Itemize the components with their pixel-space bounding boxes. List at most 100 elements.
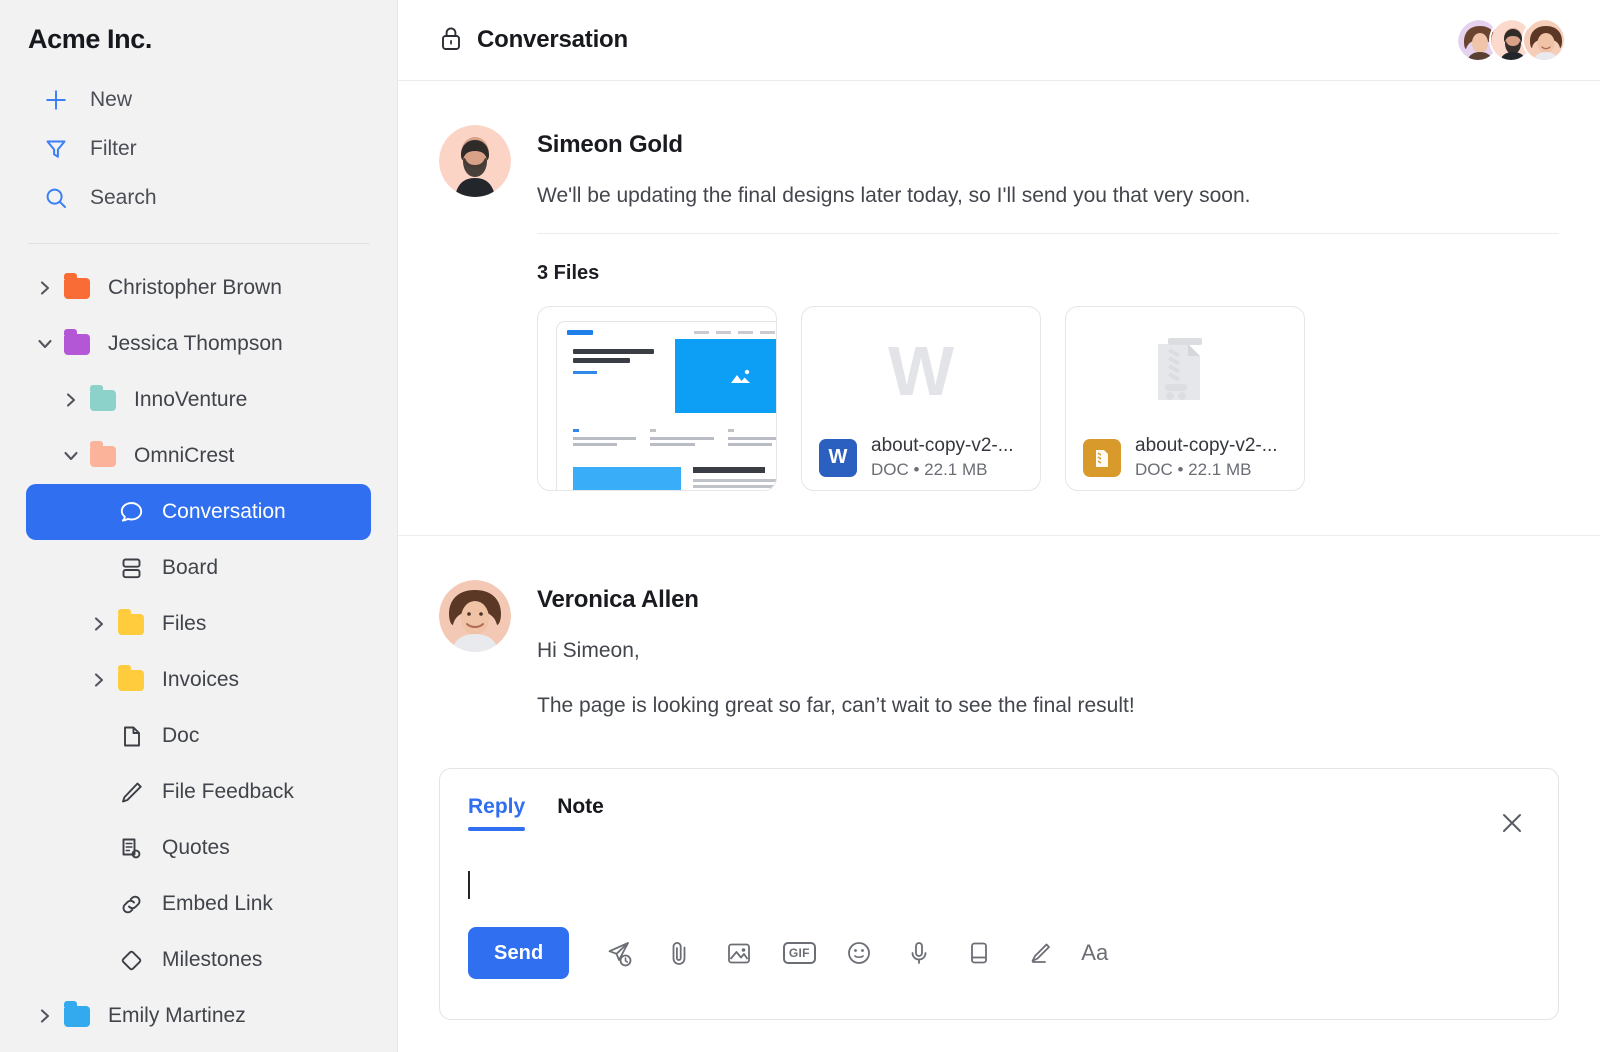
sidebar-item-milestones[interactable]: Milestones — [26, 932, 371, 988]
member-avatars[interactable] — [1456, 18, 1566, 62]
composer-tab-reply[interactable]: Reply — [468, 795, 526, 832]
composer-tool-icons: GIF Aa — [601, 935, 1108, 971]
file-card-doc[interactable]: W W about-copy-v2-... DOC • 22.1 MB — [801, 306, 1041, 492]
sidebar-item-label: Conversation — [162, 500, 286, 523]
sidebar: Acme Inc. New Filter Search Christopher Br… — [0, 0, 398, 1052]
emoji-icon[interactable] — [841, 935, 877, 971]
word-badge-icon: W — [819, 438, 857, 477]
mockup-nav — [557, 322, 776, 339]
send-button[interactable]: Send — [468, 927, 570, 980]
quick-action-label: Filter — [90, 136, 137, 160]
folder-icon — [88, 440, 118, 467]
quick-action-label: New — [90, 87, 133, 111]
sidebar-item-label: Invoices — [162, 668, 240, 691]
filter-icon — [44, 137, 68, 161]
page-title: Conversation — [439, 25, 628, 56]
composer-wrapper: Reply Note Send GIF Aa — [398, 721, 1600, 1021]
quick-action-search[interactable]: Search — [0, 173, 397, 222]
close-icon[interactable] — [1498, 809, 1526, 837]
chevron-right-icon[interactable] — [28, 1006, 62, 1026]
avatar[interactable] — [1522, 18, 1566, 62]
chevron-right-icon[interactable] — [54, 390, 88, 410]
file-card-meta: about-copy-v2-... DOC • 22.1 MB — [1135, 435, 1278, 480]
file-meta: DOC • 22.1 MB — [871, 460, 988, 480]
message-item: Veronica Allen Hi Simeon, The page is lo… — [398, 536, 1600, 721]
sidebar-item-innoventure[interactable]: InnoVenture — [26, 372, 371, 428]
message-body: Veronica Allen Hi Simeon, The page is lo… — [537, 580, 1559, 721]
sidebar-divider — [28, 243, 369, 244]
folder-icon — [116, 608, 146, 635]
image-icon[interactable] — [721, 935, 757, 971]
document-icon — [116, 723, 146, 750]
quick-actions: New Filter Search — [0, 75, 397, 222]
signature-icon[interactable] — [1021, 935, 1057, 971]
sidebar-item-label: File Feedback — [162, 780, 294, 803]
folder-icon — [88, 384, 118, 411]
file-card-archive[interactable]: about-copy-v2-... DOC • 22.1 MB — [1065, 306, 1305, 492]
message-header: Veronica Allen Hi Simeon, The page is lo… — [439, 580, 1559, 721]
sidebar-item-omnicrest[interactable]: OmniCrest — [26, 428, 371, 484]
chevron-down-icon[interactable] — [28, 334, 62, 354]
composer-tab-note[interactable]: Note — [557, 795, 604, 831]
chevron-right-icon[interactable] — [82, 670, 116, 690]
quick-action-filter[interactable]: Filter — [0, 124, 397, 173]
message-author: Simeon Gold — [537, 131, 683, 158]
mockup-lower-section — [557, 449, 776, 491]
mockup-lower-image — [573, 467, 681, 491]
sidebar-item-label: Quotes — [162, 836, 230, 859]
message-author: Veronica Allen — [537, 586, 699, 614]
file-card-meta: about-copy-v2-... DOC • 22.1 MB — [871, 435, 1014, 480]
sidebar-item-label: Doc — [162, 724, 200, 747]
sidebar-item-label: Board — [162, 556, 219, 579]
message-paragraph: We'll be updating the final designs late… — [537, 184, 1251, 207]
plus-icon — [44, 88, 68, 112]
file-name: about-copy-v2-... — [871, 435, 1014, 457]
mockup-hero-text — [557, 339, 675, 413]
sidebar-item-file-feedback[interactable]: File Feedback — [26, 764, 371, 820]
quick-action-label: Search — [90, 185, 157, 209]
reply-input[interactable] — [468, 865, 1530, 905]
schedule-send-icon[interactable] — [601, 935, 637, 971]
message-item: Simeon Gold We'll be updating the final … — [398, 81, 1600, 537]
file-card-footer: W about-copy-v2-... DOC • 22.1 MB — [802, 435, 1040, 480]
composer-tabs: Reply Note — [468, 795, 1530, 832]
sidebar-item-board[interactable]: Board — [26, 540, 371, 596]
zip-archive-icon — [1066, 307, 1304, 435]
file-card-preview[interactable] — [537, 306, 777, 492]
sidebar-item-quotes[interactable]: Quotes — [26, 820, 371, 876]
paperclip-icon[interactable] — [661, 935, 697, 971]
sidebar-item-label: Embed Link — [162, 892, 273, 915]
avatar — [439, 125, 511, 197]
microphone-icon[interactable] — [901, 935, 937, 971]
mockup-lower-text — [692, 467, 776, 490]
sidebar-item-label: InnoVenture — [134, 388, 248, 411]
message-body: Simeon Gold We'll be updating the final … — [537, 125, 1559, 492]
chat-bubble-icon — [116, 499, 146, 526]
page-title-text: Conversation — [477, 26, 628, 53]
sidebar-item-conversation[interactable]: Conversation — [26, 484, 371, 540]
chevron-down-icon[interactable] — [54, 446, 88, 466]
sidebar-item-label: Files — [162, 612, 207, 635]
chevron-right-icon[interactable] — [28, 278, 62, 298]
sidebar-item-files[interactable]: Files — [26, 596, 371, 652]
sidebar-item-jessica-thompson[interactable]: Jessica Thompson — [26, 316, 371, 372]
note-card-icon[interactable] — [961, 935, 997, 971]
folder-icon — [62, 272, 92, 299]
sidebar-item-christopher-brown[interactable]: Christopher Brown — [26, 260, 371, 316]
sidebar-item-invoices[interactable]: Invoices — [26, 652, 371, 708]
sidebar-item-emily-martinez[interactable]: Emily Martinez — [26, 988, 371, 1044]
sidebar-item-embed-link[interactable]: Embed Link — [26, 876, 371, 932]
chevron-right-icon[interactable] — [82, 614, 116, 634]
gif-icon[interactable]: GIF — [781, 935, 817, 971]
message-rule — [537, 233, 1559, 235]
app-root: Acme Inc. New Filter Search Christopher Br… — [0, 0, 1600, 1052]
sidebar-item-doc[interactable]: Doc — [26, 708, 371, 764]
file-meta: DOC • 22.1 MB — [1135, 460, 1252, 480]
mockup-hero-image — [674, 339, 776, 414]
quick-action-new[interactable]: New — [0, 75, 397, 124]
board-icon — [116, 555, 146, 582]
top-bar: Conversation — [398, 0, 1600, 81]
folder-icon — [62, 328, 92, 355]
reply-composer: Reply Note Send GIF Aa — [439, 768, 1559, 1021]
text-format-icon[interactable]: Aa — [1081, 935, 1108, 971]
